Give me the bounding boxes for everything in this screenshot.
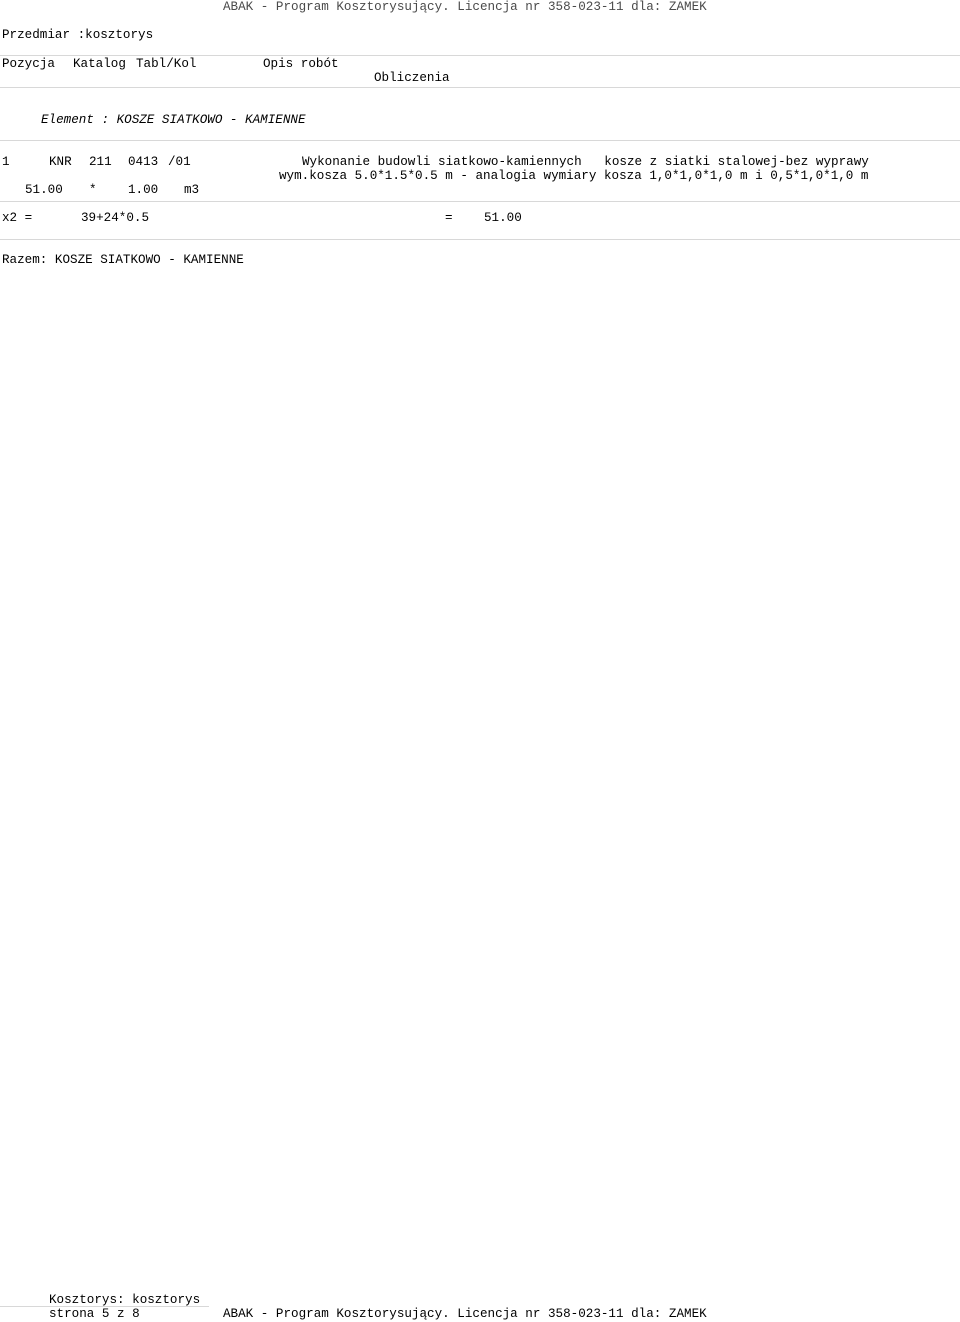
element-heading: Element : KOSZE SIATKOWO - KAMIENNE xyxy=(41,113,306,127)
column-header-position: Pozycja xyxy=(2,57,55,71)
item-multiply-sign: * xyxy=(89,183,97,197)
element-total: Razem: KOSZE SIATKOWO - KAMIENNE xyxy=(2,253,244,267)
item-factor: 1.00 xyxy=(128,183,159,197)
column-header-calculations: Obliczenia xyxy=(374,71,450,85)
item-column: /01 xyxy=(168,155,191,169)
footer-page-number: strona 5 z 8 xyxy=(49,1307,140,1321)
item-description-line2: wym.kosza 5.0*1.5*0.5 m - analogia wymia… xyxy=(279,169,869,183)
item-catalog-number: 211 xyxy=(89,155,112,169)
program-license-header: ABAK - Program Kosztorysujący. Licencja … xyxy=(223,0,707,14)
header-divider xyxy=(0,55,960,56)
item-table: 0413 xyxy=(128,155,159,169)
calculation-equals: = xyxy=(445,211,453,225)
column-header-table-col: Tabl/Kol xyxy=(136,57,197,71)
item-number: 1 xyxy=(2,155,10,169)
item-divider xyxy=(0,201,960,202)
item-quantity: 51.00 xyxy=(25,183,63,197)
column-header-catalog: Katalog xyxy=(73,57,126,71)
calculation-variable: x2 = xyxy=(2,211,33,225)
item-catalog: KNR xyxy=(49,155,72,169)
document-title: Przedmiar :kosztorys xyxy=(2,28,154,42)
calculation-divider xyxy=(0,239,960,240)
item-description-line1: Wykonanie budowli siatkowo-kamiennych ko… xyxy=(302,155,869,169)
element-divider xyxy=(0,140,960,141)
calculation-result: 51.00 xyxy=(484,211,522,225)
column-header-divider xyxy=(0,87,960,88)
calculation-formula: 39+24*0.5 xyxy=(81,211,150,225)
footer-estimate-name: Kosztorys: kosztorys xyxy=(49,1293,201,1307)
item-unit: m3 xyxy=(184,183,200,197)
program-license-footer: ABAK - Program Kosztorysujący. Licencja … xyxy=(223,1307,707,1321)
column-header-description: Opis robót xyxy=(263,57,339,71)
